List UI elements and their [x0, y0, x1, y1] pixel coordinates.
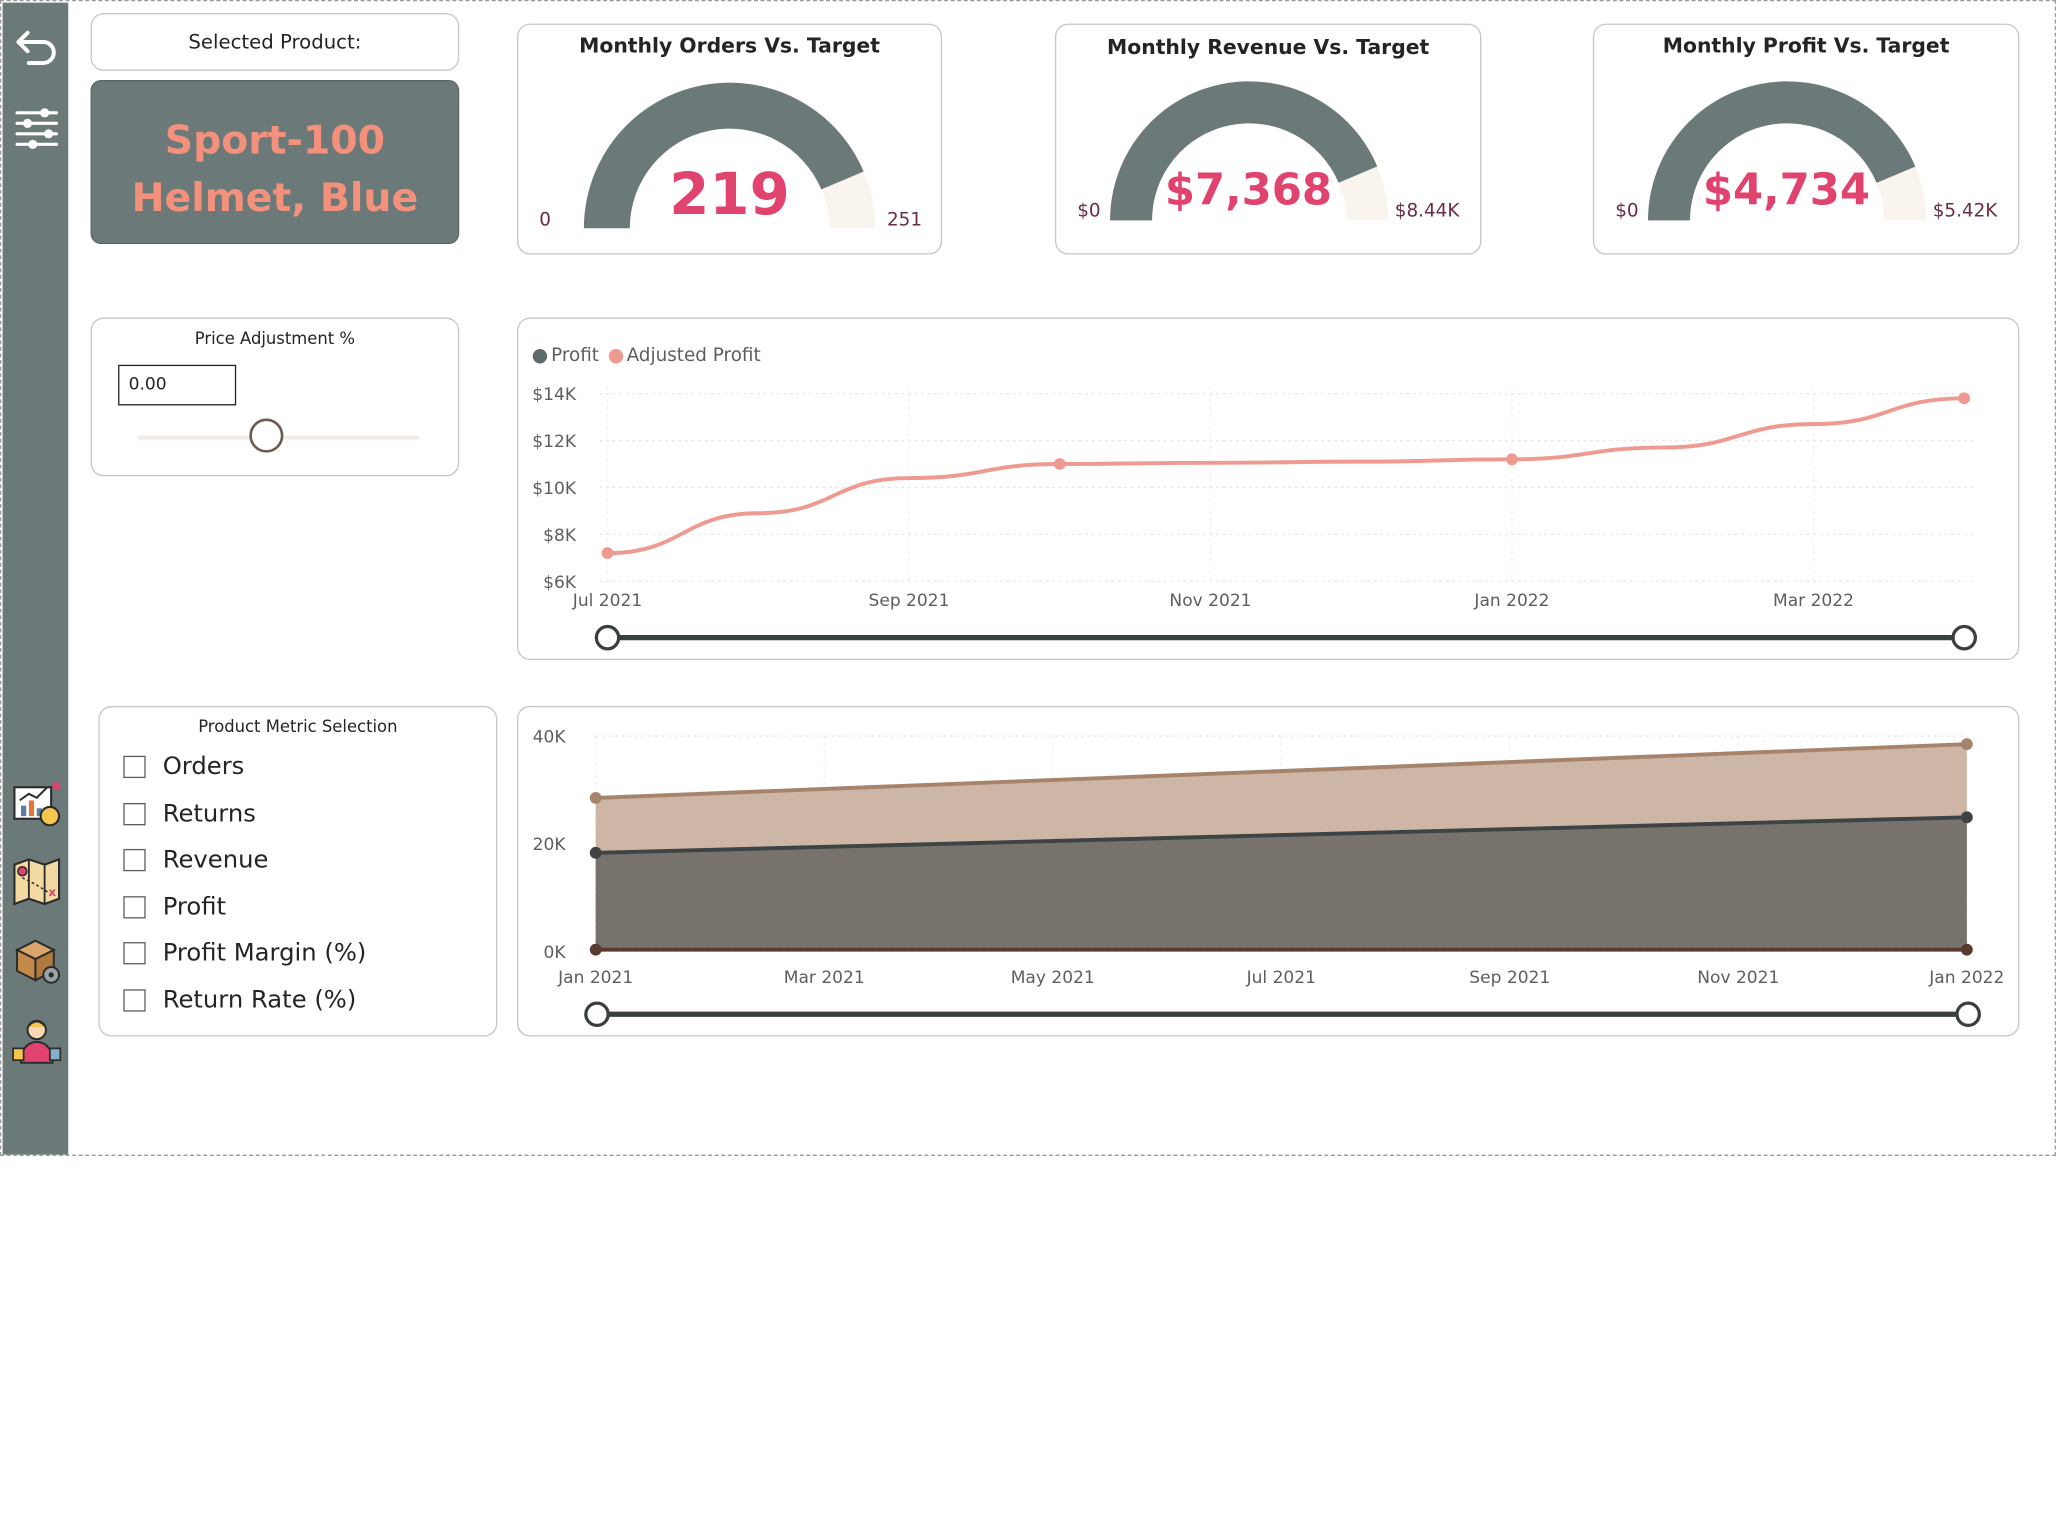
gauge-min-label: $0	[1077, 200, 1101, 222]
price-slider-thumb[interactable]	[248, 418, 283, 453]
data-point	[1960, 811, 1973, 824]
metric-option-orders[interactable]: Orders	[123, 753, 244, 781]
y-tick-label: 0K	[543, 943, 566, 963]
x-tick-label: Sep 2021	[1469, 968, 1550, 988]
checkbox[interactable]	[123, 848, 146, 872]
date-range-start-handle	[594, 624, 621, 651]
date-range-start-handle	[584, 1001, 610, 1028]
date-range-end-handle	[1955, 1001, 1981, 1028]
metric-option-profit-margin[interactable]: Profit Margin (%)	[123, 939, 366, 967]
series-line-adjusted-profit	[607, 396, 1965, 556]
gauge-min-label: $0	[1615, 200, 1639, 222]
selected-product-name: Sport-100 Helmet, Blue	[92, 113, 458, 228]
x-tick-label: Jan 2021	[557, 968, 633, 988]
metric-area-chart: 40K 20K 0K Jan 2021 Mar 2021 May 2021 Jul 2021…	[533, 728, 2004, 1028]
x-tick-label: Mar 2021	[784, 968, 865, 988]
data-point	[1960, 943, 1973, 956]
x-tick-label: Nov 2021	[1697, 968, 1779, 988]
data-point	[1960, 738, 1973, 751]
navigation-sidebar: x	[2, 2, 69, 1155]
checkbox[interactable]	[123, 896, 146, 919]
checkbox[interactable]	[123, 755, 146, 779]
checkbox[interactable]	[123, 942, 146, 965]
x-tick-label: Jul 2021	[1246, 968, 1316, 988]
price-adjustment-input[interactable]	[118, 364, 237, 406]
gauge-max-label: 251	[886, 209, 923, 231]
selected-product-name-line1: Sport-100	[164, 118, 386, 165]
selected-product-name-line2: Helmet, Blue	[131, 175, 419, 222]
x-tick-label: Jul 2021	[572, 591, 642, 611]
metric-option-return-rate[interactable]: Return Rate (%)	[123, 986, 357, 1015]
x-tick-label: Jan 2022	[1473, 591, 1549, 611]
profit-line-chart: $14K $12K $10K $8K $6KJul 2021 Sep 2021 Nov 20…	[532, 385, 1978, 651]
chart-analytics-icon[interactable]	[10, 777, 62, 829]
selected-product-label-card: Selected Product:	[90, 13, 460, 71]
profit-gauge-card: Monthly Profit Vs. Target $4,734 $0 $5.4…	[1592, 23, 2020, 255]
revenue-gauge-card: Monthly Revenue Vs. Target $7,368 $0 $8.…	[1054, 23, 1482, 255]
data-point	[589, 846, 602, 859]
metric-option-returns[interactable]: Returns	[123, 800, 256, 828]
selected-product-card: Sport-100 Helmet, Blue	[90, 80, 460, 245]
filter-sliders-icon[interactable]	[10, 102, 62, 154]
map-icon[interactable]: x	[10, 855, 62, 907]
y-tick-label: 20K	[533, 835, 567, 855]
gauge-value: 219	[669, 161, 790, 229]
y-tick-label: $10K	[532, 479, 577, 499]
gauge-max-label: $5.42K	[1932, 200, 1998, 222]
metric-option-label: Return Rate (%)	[162, 986, 357, 1015]
metric-option-label: Revenue	[162, 846, 269, 874]
metric-option-label: Profit	[162, 893, 227, 922]
selected-product-label: Selected Product:	[188, 30, 362, 54]
data-point	[589, 792, 602, 804]
date-range-end-handle	[1951, 624, 1978, 651]
x-tick-label: Jan 2022	[1928, 968, 2004, 988]
y-tick-label: $6K	[543, 573, 577, 593]
metric-option-label: Returns	[162, 800, 256, 828]
y-tick-label: $8K	[543, 526, 577, 546]
y-tick-label: $14K	[532, 385, 577, 405]
gauge-max-label: $8.44K	[1394, 200, 1460, 222]
product-metric-title: Product Metric Selection	[198, 716, 398, 737]
gauge-min-label: 0	[539, 209, 551, 231]
metric-option-revenue[interactable]: Revenue	[123, 846, 268, 874]
svg-text:x: x	[49, 885, 57, 899]
product-metric-card: Product Metric Selection Orders Returns …	[98, 705, 498, 1037]
checkbox[interactable]	[123, 989, 146, 1012]
profit-line-chart-card: Profit Adjusted Profit $14K $12K $10K $8K $6…	[516, 317, 2020, 660]
customer-icon[interactable]	[10, 1016, 62, 1068]
y-tick-label: 40K	[533, 728, 567, 748]
metric-area-chart-card: 40K 20K 0K Jan 2021 Mar 2021 May 2021 Jul 2021…	[516, 705, 2020, 1037]
back-arrow-icon[interactable]	[10, 21, 62, 73]
x-tick-label: Mar 2022	[1773, 591, 1854, 611]
data-point	[589, 943, 602, 956]
y-tick-label: $12K	[532, 432, 577, 452]
price-adjustment-card: Price Adjustment %	[90, 317, 460, 477]
orders-gauge-card: Monthly Orders Vs. Target 219 0 251	[516, 23, 943, 255]
product-box-icon[interactable]	[10, 934, 62, 986]
series-line-profit	[608, 398, 1965, 553]
x-tick-label: May 2021	[1011, 968, 1095, 988]
checkbox[interactable]	[123, 803, 146, 826]
metric-option-label: Orders	[162, 753, 245, 781]
price-adjustment-title: Price Adjustment %	[194, 328, 355, 348]
report-page: x Selected Product: Sport-100 Helmet, Bl…	[0, 0, 2056, 1156]
metric-option-label: Profit Margin (%)	[162, 939, 367, 968]
x-tick-label: Sep 2021	[869, 591, 950, 611]
x-tick-label: Nov 2021	[1169, 591, 1251, 611]
metric-option-profit[interactable]: Profit	[123, 893, 227, 922]
